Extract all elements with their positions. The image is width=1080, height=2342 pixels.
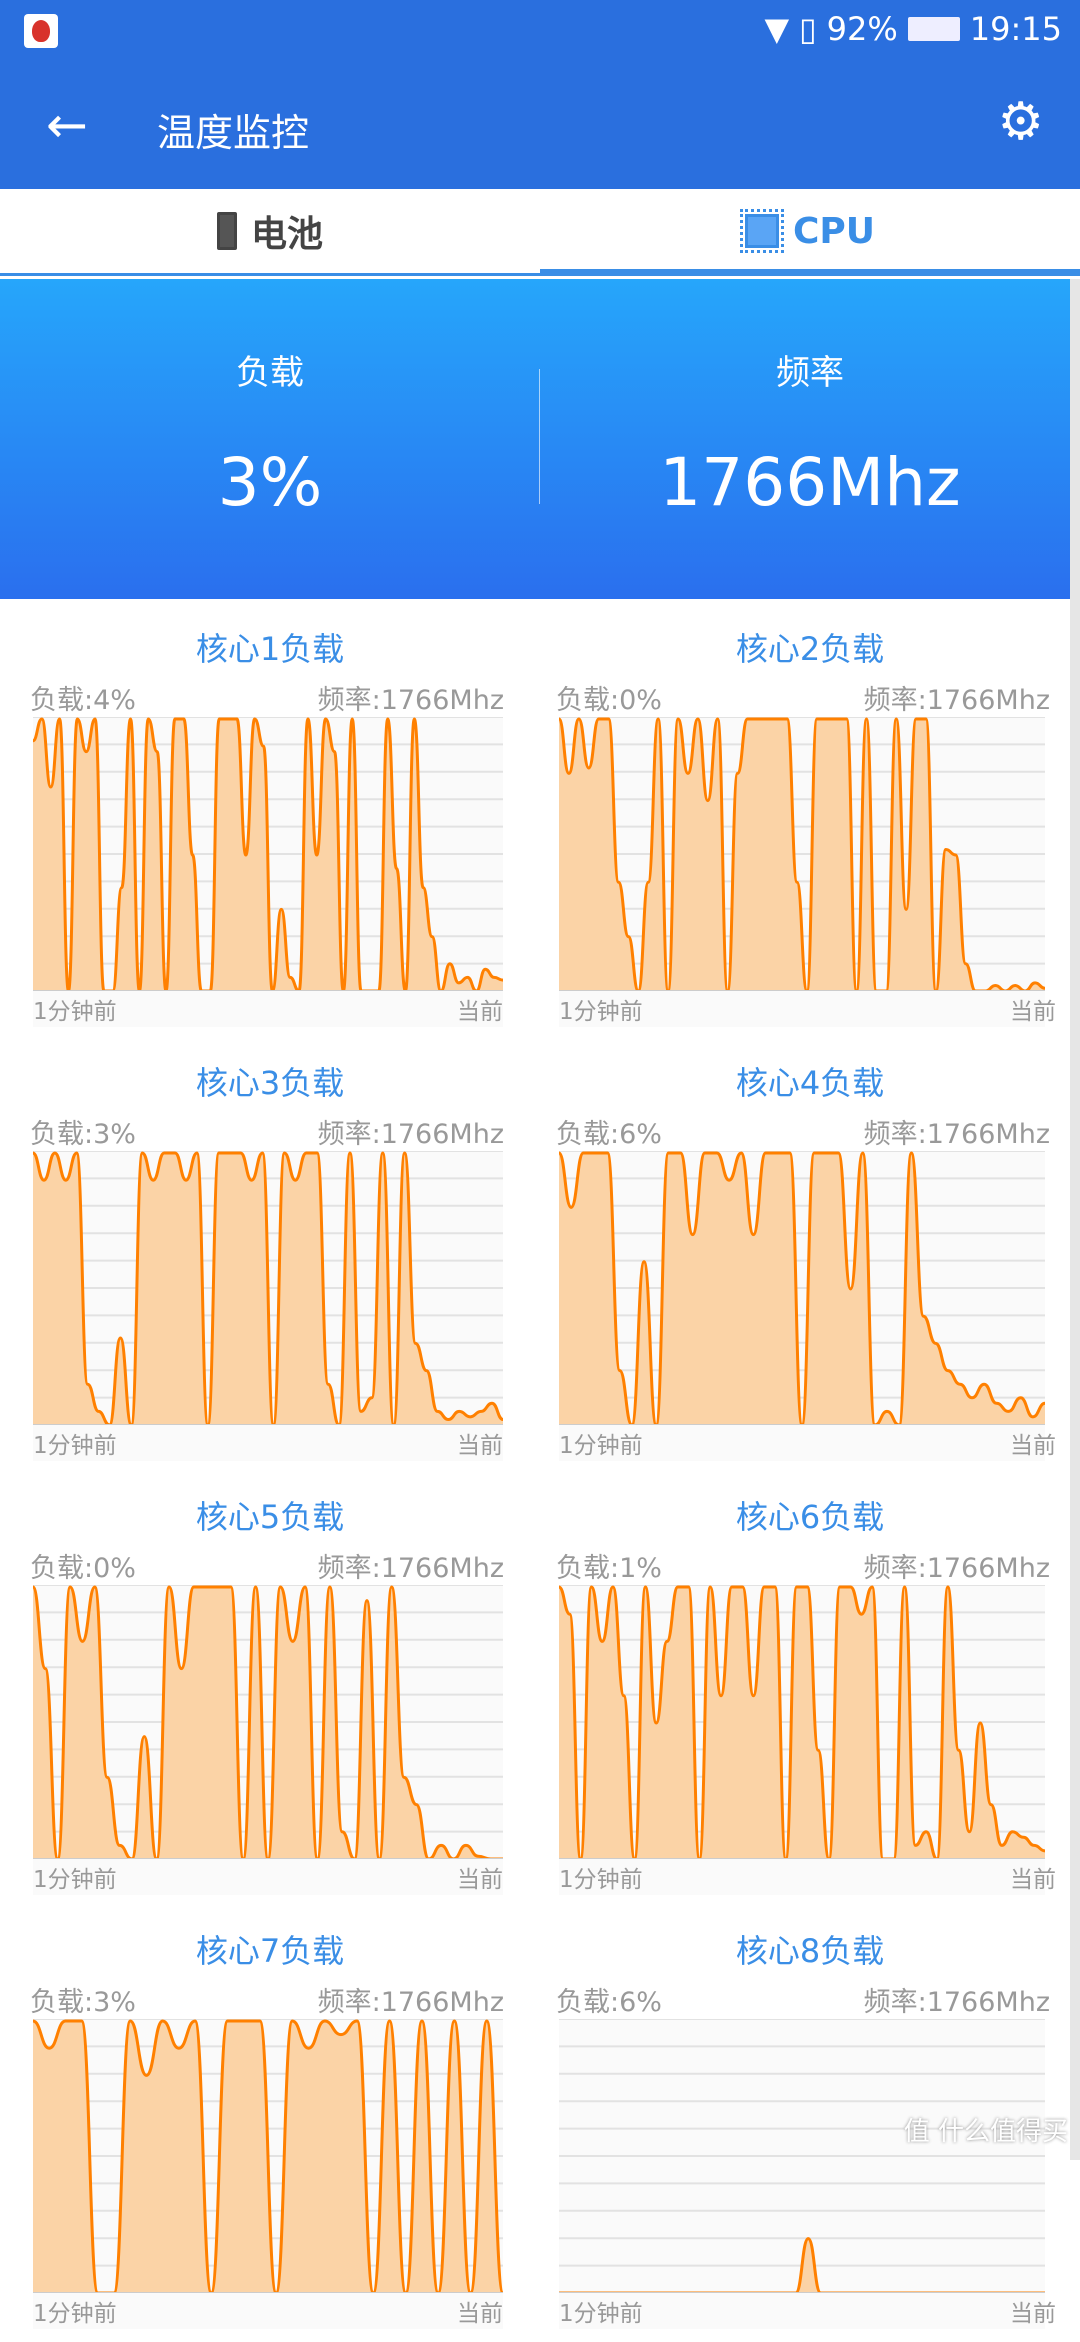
x-start-label: 1分钟前 — [33, 1867, 117, 1893]
x-start-label: 1分钟前 — [559, 2301, 643, 2327]
core-title: 核心5负载 — [195, 1498, 345, 1536]
x-end-label: 当前 — [1010, 1433, 1056, 1459]
core-title: 核心2负载 — [735, 630, 885, 668]
core-frequency: 频率:1766Mhz — [863, 685, 1050, 716]
core-load: 负载:6% — [556, 1987, 662, 2018]
core-load: 负载:6% — [556, 1119, 662, 1150]
tab-label: 电池 — [250, 214, 323, 255]
core-load-chart — [559, 2019, 1045, 2329]
core-load-chart — [559, 717, 1045, 1027]
tab-cpu[interactable]: CPU — [540, 189, 1080, 275]
x-start-label: 1分钟前 — [33, 1433, 117, 1459]
chart-svg — [33, 2019, 503, 2293]
core-load-chart — [33, 717, 503, 1027]
core-load: 负载:1% — [556, 1553, 662, 1584]
core-load-chart — [33, 1151, 503, 1461]
chart-svg — [559, 717, 1045, 991]
x-end-label: 当前 — [457, 2301, 503, 2327]
frequency-label: 频率 — [776, 353, 844, 393]
core-6-card: 核心6负载 负载:1% 频率:1766Mhz 1分钟前 当前 — [540, 1474, 1080, 1908]
core-load: 负载:3% — [30, 1119, 136, 1150]
cpu-summary: 负载 3% 频率 1766Mhz — [0, 279, 1080, 599]
core-2-card: 核心2负载 负载:0% 频率:1766Mhz 1分钟前 当前 — [540, 606, 1080, 1040]
core-frequency: 频率:1766Mhz — [317, 1553, 504, 1584]
load-label: 负载 — [236, 353, 304, 393]
clock: 19:15 — [969, 10, 1062, 48]
core-load: 负载:3% — [30, 1987, 136, 2018]
battery-percent: 92% — [826, 10, 898, 48]
sim-icon: ▯ — [799, 10, 817, 48]
chart-svg — [33, 717, 503, 991]
core-title: 核心1负载 — [195, 630, 345, 668]
chart-svg — [559, 2019, 1045, 2293]
core-3-card: 核心3负载 负载:3% 频率:1766Mhz 1分钟前 当前 — [0, 1040, 540, 1474]
core-1-card: 核心1负载 负载:4% 频率:1766Mhz 1分钟前 当前 — [0, 606, 540, 1040]
x-end-label: 当前 — [1010, 1867, 1056, 1893]
core-frequency: 频率:1766Mhz — [317, 1119, 504, 1150]
core-load: 负载:0% — [30, 1553, 136, 1584]
core-load: 负载:4% — [30, 685, 136, 716]
core-title: 核心3负载 — [195, 1064, 345, 1102]
status-bar: ▼ ▯ 92% 19:15 — [0, 0, 1080, 62]
scrollbar[interactable] — [1070, 279, 1080, 2160]
wifi-icon: ▼ — [764, 10, 790, 48]
chart-svg — [559, 1585, 1045, 1859]
core-frequency: 频率:1766Mhz — [317, 1987, 504, 2018]
x-end-label: 当前 — [457, 1433, 503, 1459]
tab-battery[interactable]: 电池 — [0, 189, 540, 273]
x-end-label: 当前 — [457, 1867, 503, 1893]
x-start-label: 1分钟前 — [33, 2301, 117, 2327]
tab-bar: 电池 CPU — [0, 189, 1080, 276]
core-7-card: 核心7负载 负载:3% 频率:1766Mhz 1分钟前 当前 — [0, 1908, 540, 2342]
core-frequency: 频率:1766Mhz — [863, 1119, 1050, 1150]
frequency-value: 1766Mhz — [659, 444, 961, 521]
chip-icon — [739, 209, 784, 253]
x-start-label: 1分钟前 — [33, 999, 117, 1025]
core-load-chart — [33, 2019, 503, 2329]
core-load: 负载:0% — [556, 685, 662, 716]
chart-svg — [33, 1151, 503, 1425]
core-title: 核心4负载 — [735, 1064, 885, 1102]
x-end-label: 当前 — [1010, 2301, 1056, 2327]
core-load-chart — [33, 1585, 503, 1895]
core-frequency: 频率:1766Mhz — [863, 1987, 1050, 2018]
tab-label: CPU — [792, 210, 876, 252]
core-load-chart — [559, 1151, 1045, 1461]
battery-icon — [216, 212, 237, 250]
x-start-label: 1分钟前 — [559, 1867, 643, 1893]
core-frequency: 频率:1766Mhz — [863, 1553, 1050, 1584]
chart-svg — [33, 1585, 503, 1859]
gear-icon[interactable]: ⚙ — [997, 96, 1044, 148]
core-5-card: 核心5负载 负载:0% 频率:1766Mhz 1分钟前 当前 — [0, 1474, 540, 1908]
core-title: 核心8负载 — [735, 1932, 885, 1970]
load-value: 3% — [217, 444, 323, 521]
app-notification-icon — [24, 14, 58, 48]
core-load-chart — [559, 1585, 1045, 1895]
page-title: 温度监控 — [157, 111, 310, 155]
core-frequency: 频率:1766Mhz — [317, 685, 504, 716]
battery-icon — [907, 17, 960, 41]
x-end-label: 当前 — [1010, 999, 1056, 1025]
core-title: 核心6负载 — [735, 1498, 885, 1536]
chart-svg — [559, 1151, 1045, 1425]
x-end-label: 当前 — [457, 999, 503, 1025]
arrow-left-icon[interactable]: ← — [46, 100, 88, 150]
core-title: 核心7负载 — [195, 1932, 345, 1970]
watermark: 值 什么值得买 — [903, 2117, 1068, 2147]
core-4-card: 核心4负载 负载:6% 频率:1766Mhz 1分钟前 当前 — [540, 1040, 1080, 1474]
app-bar: ← 温度监控 ⚙ — [0, 62, 1080, 189]
x-start-label: 1分钟前 — [559, 999, 643, 1025]
x-start-label: 1分钟前 — [559, 1433, 643, 1459]
